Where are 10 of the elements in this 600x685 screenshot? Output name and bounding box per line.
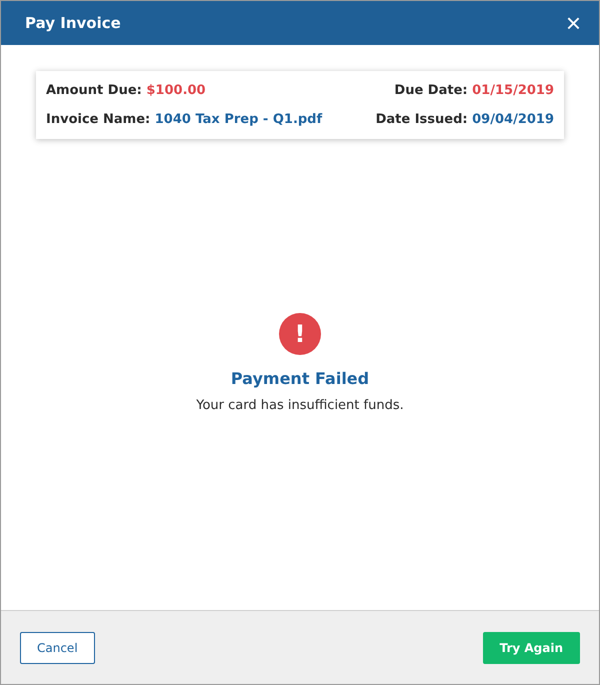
invoice-field: Date Issued: 09/04/2019 xyxy=(376,112,554,127)
close-button[interactable]: × xyxy=(566,10,581,36)
status-message: Your card has insufficient funds. xyxy=(196,398,404,413)
invoice-field: Invoice Name: 1040 Tax Prep - Q1.pdf xyxy=(46,112,376,127)
invoice-field: Amount Due: $100.00 xyxy=(46,83,376,98)
window-title: Pay Invoice xyxy=(25,14,121,32)
cancel-button[interactable]: Cancel xyxy=(20,632,95,664)
status-title: Payment Failed xyxy=(230,369,370,388)
invoice-field: Due Date: 01/15/2019 xyxy=(376,83,554,98)
error-icon: ! xyxy=(278,313,321,355)
